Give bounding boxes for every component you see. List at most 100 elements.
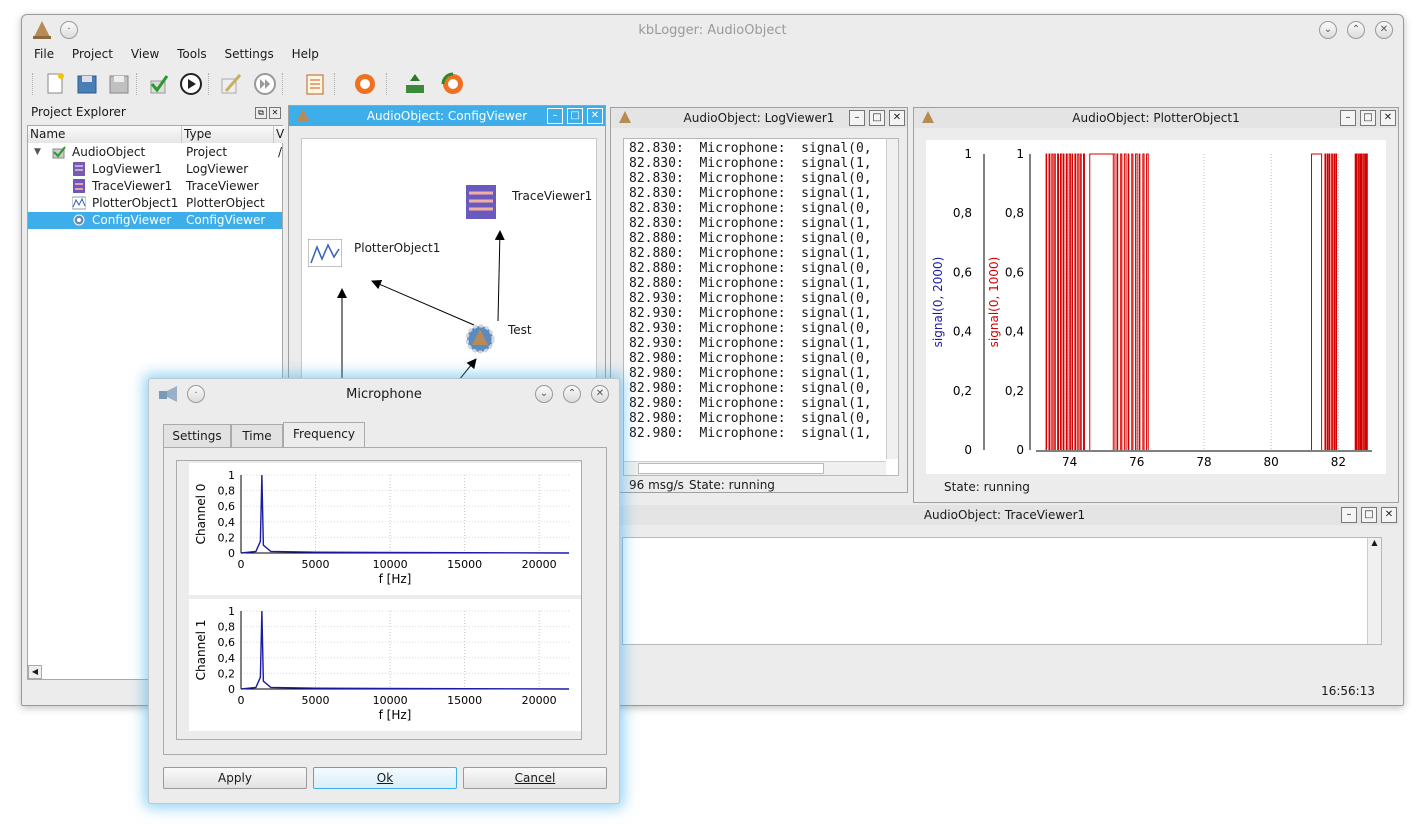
y-tick-label: 0,2 <box>218 531 236 544</box>
menu-file[interactable]: File <box>34 47 54 61</box>
refresh-icon[interactable] <box>440 71 466 97</box>
log-rate: 96 msg/s <box>629 478 684 492</box>
sub-close-button[interactable]: ✕ <box>587 108 603 124</box>
sub-minimize-button[interactable]: – <box>849 110 865 126</box>
x-tick-label: 74 <box>1062 455 1077 469</box>
log-text-area[interactable]: 82.830: Microphone: signal(0, 82.830: Mic… <box>623 138 899 476</box>
x-tick-label: 80 <box>1264 455 1279 469</box>
sub-maximize-button[interactable]: □ <box>869 110 885 126</box>
y-tick-label-blue: 1 <box>964 147 972 161</box>
maximize-button[interactable]: ⌃ <box>1347 21 1365 39</box>
tree-row-name: AudioObject <box>72 145 146 159</box>
sub-close-button[interactable]: ✕ <box>1381 507 1397 523</box>
dialog-close-button[interactable]: ✕ <box>591 385 609 403</box>
column-header-type[interactable]: Type <box>182 126 274 143</box>
plotter-node-label: PlotterObject1 <box>354 241 441 255</box>
tree-row-type: PlotterObject <box>186 196 265 210</box>
sub-minimize-button[interactable]: – <box>1340 110 1356 126</box>
log-line: 82.830: Microphone: signal(0, <box>629 171 872 186</box>
log-vertical-scrollbar[interactable] <box>886 139 898 459</box>
y-tick-label: 0,6 <box>218 636 236 649</box>
close-button[interactable]: ✕ <box>1375 21 1393 39</box>
y-tick-label: 1 <box>228 469 235 482</box>
plotter-node-icon[interactable] <box>307 238 343 268</box>
x-tick-label: 10000 <box>373 558 408 571</box>
app-logo-icon <box>297 109 309 121</box>
dialog-maximize-button[interactable]: ⌃ <box>563 385 581 403</box>
log-line: 82.930: Microphone: signal(1, <box>629 306 872 321</box>
scroll-left-button[interactable]: ◀ <box>28 665 42 679</box>
traceviewer-window: AudioObject: TraceViewer1 – □ ✕ ▲ <box>610 505 1399 661</box>
tree-row-plotterobject1[interactable]: PlotterObject1 PlotterObject <box>28 195 282 212</box>
y-tick-label-red: 0,6 <box>1005 265 1024 279</box>
cancel-button[interactable]: Cancel <box>463 767 607 789</box>
sub-minimize-button[interactable]: – <box>1341 507 1357 523</box>
plotter-titlebar: AudioObject: PlotterObject1 – □ ✕ <box>914 108 1398 128</box>
save-icon[interactable] <box>74 71 100 97</box>
collapse-arrow-icon[interactable]: ▼ <box>34 144 41 161</box>
tree-row-configviewer[interactable]: ConfigViewer ConfigViewer <box>28 212 282 229</box>
play-icon[interactable] <box>178 71 204 97</box>
save-all-icon[interactable] <box>106 71 132 97</box>
menu-project[interactable]: Project <box>72 47 113 61</box>
log-line: 82.880: Microphone: signal(0, <box>629 231 872 246</box>
help-lifebuoy-icon[interactable] <box>352 71 378 97</box>
notes-icon[interactable] <box>302 71 328 97</box>
y-tick-label: 0,8 <box>218 485 236 498</box>
tab-time[interactable]: Time <box>231 424 283 448</box>
menu-settings[interactable]: Settings <box>225 47 274 61</box>
sub-maximize-button[interactable]: □ <box>1360 110 1376 126</box>
edit-icon[interactable] <box>218 71 244 97</box>
log-line: 82.880: Microphone: signal(0, <box>629 261 872 276</box>
sub-close-button[interactable]: ✕ <box>889 110 905 126</box>
log-horizontal-scrollbar[interactable] <box>624 461 886 475</box>
plotter-state: State: running <box>944 480 1030 494</box>
y-tick-label-blue: 0,6 <box>953 265 972 279</box>
traceviewer-title: AudioObject: TraceViewer1 <box>923 508 1086 522</box>
traceviewer-node-label: TraceViewer1 <box>512 189 593 203</box>
trace-vertical-scrollbar[interactable]: ▲ <box>1367 538 1381 644</box>
tab-settings[interactable]: Settings <box>163 424 231 448</box>
y-tick-label-blue: 0,8 <box>953 206 972 220</box>
sub-minimize-button[interactable]: – <box>547 108 563 124</box>
test-node-label: Test <box>508 323 532 337</box>
y-tick-label-blue: 0 <box>964 443 972 457</box>
sub-close-button[interactable]: ✕ <box>1380 110 1396 126</box>
log-line: 82.930: Microphone: signal(0, <box>629 291 872 306</box>
channel-1-spectrum-plot: 0 5000 10000 15000 20000 1 0,8 0,6 0,4 0,2 0 Channe… <box>189 599 581 731</box>
sub-maximize-button[interactable]: □ <box>567 108 583 124</box>
app-logo-icon <box>922 111 934 123</box>
column-header-name[interactable]: Name <box>28 126 182 143</box>
microphone-dialog: · Microphone ⌄ ⌃ ✕ Settings Time Frequen… <box>148 378 620 804</box>
column-header-v[interactable]: V <box>274 126 284 143</box>
menu-view[interactable]: View <box>131 47 159 61</box>
minimize-button[interactable]: ⌄ <box>1319 21 1337 39</box>
menu-tools[interactable]: Tools <box>177 47 207 61</box>
close-panel-button[interactable]: ✕ <box>269 107 281 119</box>
tree-row-audioobject[interactable]: ▼ AudioObject Project / <box>28 144 282 161</box>
dialog-minimize-button[interactable]: ⌄ <box>535 385 553 403</box>
install-icon[interactable] <box>402 71 428 97</box>
cancel-button-label: Cancel <box>514 771 556 785</box>
log-line: 82.980: Microphone: signal(0, <box>629 381 872 396</box>
step-forward-icon[interactable] <box>252 71 278 97</box>
traceviewer-titlebar: AudioObject: TraceViewer1 – □ ✕ <box>610 505 1399 525</box>
sub-maximize-button[interactable]: □ <box>1361 507 1377 523</box>
tree-row-logviewer1[interactable]: LogViewer1 LogViewer <box>28 161 282 178</box>
y-tick-label: 0,8 <box>218 621 236 634</box>
trace-area[interactable]: ▲ <box>622 537 1382 645</box>
x-tick-label: 82 <box>1331 455 1346 469</box>
apply-button[interactable]: Apply <box>163 767 307 789</box>
ok-button[interactable]: Ok <box>313 767 457 789</box>
tab-frequency[interactable]: Frequency <box>283 422 365 448</box>
config-graph-canvas: TraceViewer1 PlotterObject1 Test <box>301 138 597 402</box>
menu-help[interactable]: Help <box>292 47 319 61</box>
traceviewer-node-icon[interactable] <box>466 185 496 219</box>
float-panel-button[interactable]: ⧉ <box>255 107 267 119</box>
y-tick-label: 0 <box>228 683 235 696</box>
check-icon[interactable] <box>146 71 172 97</box>
test-node-gear-icon[interactable] <box>462 323 498 355</box>
new-file-icon[interactable] <box>42 71 68 97</box>
tree-row-traceviewer1[interactable]: TraceViewer1 TraceViewer <box>28 178 282 195</box>
y-tick-label: 0,2 <box>218 667 236 680</box>
